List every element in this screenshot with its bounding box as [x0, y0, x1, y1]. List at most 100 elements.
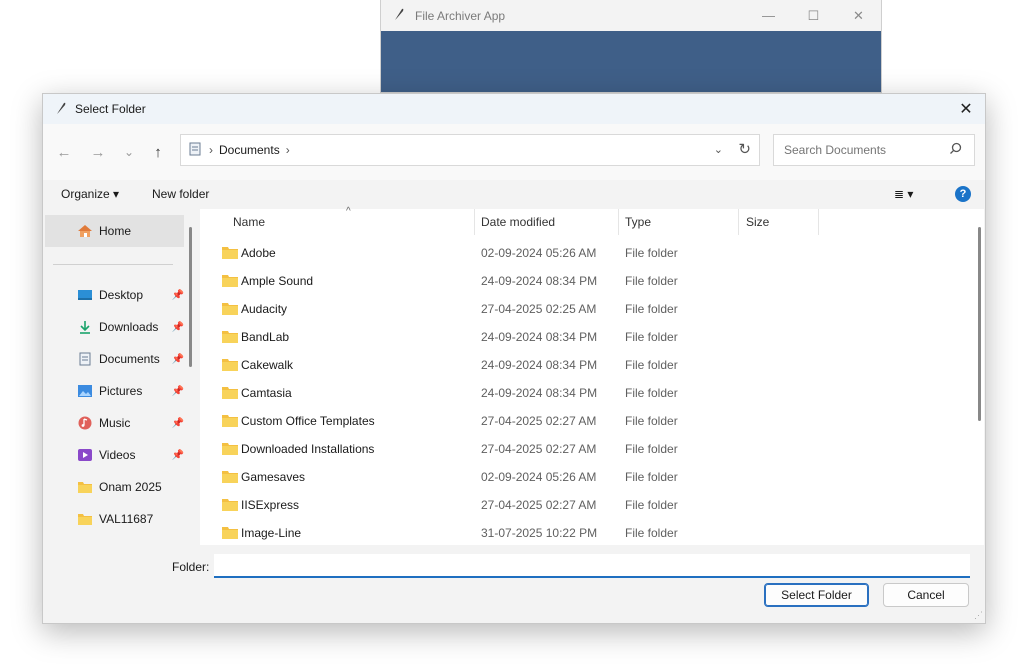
breadcrumb-documents[interactable]: Documents: [219, 143, 280, 157]
close-button[interactable]: ✕: [836, 0, 881, 31]
sidebar-item-val11687[interactable]: VAL11687: [45, 504, 182, 534]
folder-icon: [222, 498, 238, 514]
file-list-scrollbar[interactable]: [978, 227, 981, 421]
search-input[interactable]: [782, 142, 946, 158]
folder-icon: [222, 414, 238, 430]
file-date: 27-04-2025 02:27 AM: [481, 498, 597, 512]
dialog-close-button[interactable]: ✕: [953, 97, 979, 121]
column-header-type[interactable]: Type: [625, 209, 651, 235]
sidebar-divider: [53, 264, 173, 265]
sort-ascending-icon: ^: [346, 206, 351, 217]
sidebar-item-downloads[interactable]: Downloads 📌: [45, 312, 184, 342]
file-row[interactable]: Camtasia 24-09-2024 08:34 PM File folder: [200, 379, 970, 407]
column-header-name[interactable]: Name: [233, 209, 265, 235]
folder-icon: [222, 246, 238, 262]
column-header-size[interactable]: Size: [746, 209, 769, 235]
file-date: 02-09-2024 05:26 AM: [481, 470, 597, 484]
background-titlebar: File Archiver App — ☐ ✕: [381, 0, 881, 31]
column-divider[interactable]: [738, 209, 739, 235]
file-name: BandLab: [241, 330, 290, 344]
sidebar-item-pictures[interactable]: Pictures 📌: [45, 376, 184, 406]
address-dropdown-button[interactable]: ⌄: [714, 143, 723, 156]
organize-menu[interactable]: Organize ▾: [61, 187, 119, 201]
help-icon[interactable]: ?: [955, 186, 971, 202]
file-list: ^ Name Date modified Type Size Adobe 02-…: [200, 206, 984, 547]
pin-icon: 📌: [171, 321, 184, 333]
download-icon: [77, 320, 93, 334]
file-type: File folder: [625, 358, 678, 372]
view-options-button[interactable]: ≣ ▾: [894, 187, 913, 201]
cancel-button[interactable]: Cancel: [883, 583, 969, 607]
search-icon[interactable]: [949, 142, 962, 158]
column-divider[interactable]: [474, 209, 475, 235]
pin-icon: 📌: [171, 353, 184, 365]
up-button[interactable]: ↑: [146, 140, 170, 164]
select-folder-button[interactable]: Select Folder: [764, 583, 869, 607]
folder-icon: [222, 470, 238, 486]
pin-icon: 📌: [171, 385, 184, 397]
file-name: Adobe: [241, 246, 276, 260]
documents-location-icon: [189, 142, 201, 159]
sidebar-item-onam-2025[interactable]: Onam 2025: [45, 472, 182, 502]
file-date: 31-07-2025 10:22 PM: [481, 526, 598, 540]
sidebar-item-home[interactable]: Home: [45, 215, 184, 247]
dialog-title: Select Folder: [75, 102, 146, 116]
forward-button[interactable]: →: [86, 140, 110, 164]
file-row[interactable]: Cakewalk 24-09-2024 08:34 PM File folder: [200, 351, 970, 379]
file-name: Cakewalk: [241, 358, 294, 372]
sidebar-item-videos[interactable]: Videos 📌: [45, 440, 184, 470]
file-name: Downloaded Installations: [241, 442, 375, 456]
file-type: File folder: [625, 442, 678, 456]
recent-locations-button[interactable]: ⌄: [117, 140, 141, 164]
sidebar-item-documents[interactable]: Documents 📌: [45, 344, 184, 374]
file-type: File folder: [625, 330, 678, 344]
folder-icon: [77, 480, 93, 494]
file-row[interactable]: Downloaded Installations 27-04-2025 02:2…: [200, 435, 970, 463]
minimize-button[interactable]: —: [746, 0, 791, 31]
home-icon: [77, 224, 93, 238]
file-row[interactable]: Gamesaves 02-09-2024 05:26 AM File folde…: [200, 463, 970, 491]
file-date: 27-04-2025 02:27 AM: [481, 414, 597, 428]
breadcrumb-separator[interactable]: ›: [286, 143, 290, 157]
column-header-date[interactable]: Date modified: [481, 209, 555, 235]
address-bar[interactable]: › Documents › ⌄ ↻: [180, 134, 760, 166]
sidebar-item-music[interactable]: Music 📌: [45, 408, 184, 438]
sidebar-scrollbar[interactable]: [189, 227, 192, 367]
file-row[interactable]: BandLab 24-09-2024 08:34 PM File folder: [200, 323, 970, 351]
sidebar-item-label: Videos: [99, 448, 136, 462]
sidebar-item-label: Onam 2025: [99, 480, 162, 494]
refresh-button[interactable]: ↻: [738, 140, 751, 158]
file-row[interactable]: Custom Office Templates 27-04-2025 02:27…: [200, 407, 970, 435]
file-row[interactable]: Image-Line 31-07-2025 10:22 PM File fold…: [200, 519, 970, 547]
folder-icon: [222, 358, 238, 374]
back-button[interactable]: ←: [52, 140, 76, 164]
column-divider[interactable]: [818, 209, 819, 235]
file-row[interactable]: Adobe 02-09-2024 05:26 AM File folder: [200, 239, 970, 267]
breadcrumb-separator: ›: [209, 143, 213, 157]
folder-icon: [222, 330, 238, 346]
file-type: File folder: [625, 274, 678, 288]
file-name: Camtasia: [241, 386, 292, 400]
file-row[interactable]: IISExpress 27-04-2025 02:27 AM File fold…: [200, 491, 970, 519]
video-icon: [77, 448, 93, 462]
search-box[interactable]: [773, 134, 975, 166]
resize-grip-icon[interactable]: ⋰: [974, 610, 983, 621]
file-row[interactable]: Audacity 27-04-2025 02:25 AM File folder: [200, 295, 970, 323]
sidebar-item-label: Music: [99, 416, 131, 430]
file-date: 24-09-2024 08:34 PM: [481, 386, 598, 400]
file-type: File folder: [625, 302, 678, 316]
file-name: Gamesaves: [241, 470, 306, 484]
navigation-bar: ← → ⌄ ↑ › Documents › ⌄ ↻: [43, 124, 985, 180]
file-name: Custom Office Templates: [241, 414, 375, 428]
file-row[interactable]: Ample Sound 24-09-2024 08:34 PM File fol…: [200, 267, 970, 295]
column-divider[interactable]: [618, 209, 619, 235]
file-date: 24-09-2024 08:34 PM: [481, 358, 598, 372]
folder-name-input[interactable]: [214, 554, 970, 578]
pin-icon: 📌: [171, 449, 184, 461]
file-type: File folder: [625, 386, 678, 400]
sidebar-item-label: Pictures: [99, 384, 143, 398]
maximize-button[interactable]: ☐: [791, 0, 836, 31]
sidebar-item-desktop[interactable]: Desktop 📌: [45, 280, 184, 310]
file-date: 24-09-2024 08:34 PM: [481, 330, 598, 344]
new-folder-button[interactable]: New folder: [152, 187, 209, 201]
